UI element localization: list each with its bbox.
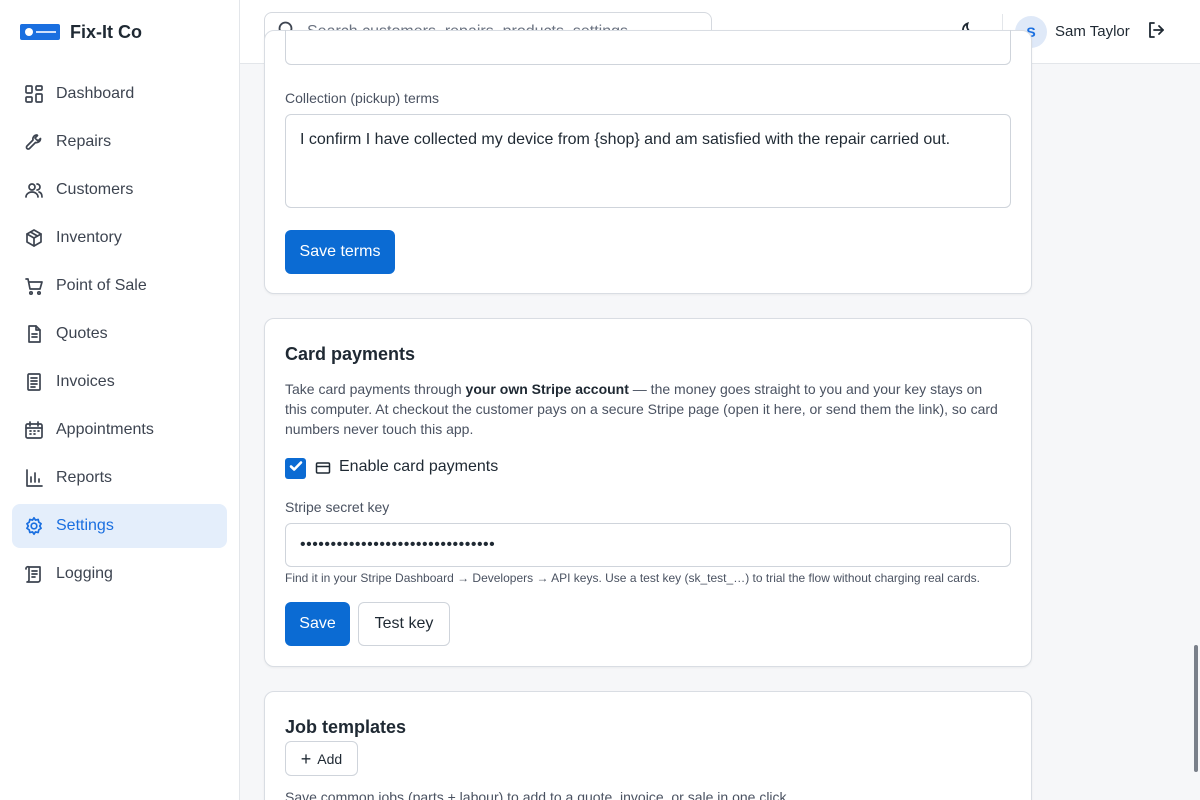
fix-it-co-logo-icon (20, 24, 60, 40)
sidebar-item-appointments[interactable]: Appointments (12, 408, 227, 452)
stripe-key-label: Stripe secret key (285, 499, 390, 515)
sidebar-item-label: Invoices (56, 373, 115, 390)
card-payments-card: Card payments Take card payments through… (264, 318, 1032, 667)
sidebar-item-label: Appointments (56, 421, 154, 438)
sidebar-item-label: Repairs (56, 133, 112, 150)
card-payments-description: Take card payments through your own Stri… (285, 379, 1005, 439)
wrench-icon (24, 132, 44, 152)
dashboard-icon (24, 84, 44, 104)
card-payments-title: Card payments (285, 344, 416, 364)
document-icon (24, 324, 44, 344)
sidebar-item-label: Point of Sale (56, 277, 147, 294)
log-icon (24, 564, 44, 584)
sidebar-nav: Dashboard Repairs Customers Inventory Po… (12, 72, 227, 600)
sidebar-item-label: Inventory (56, 229, 122, 246)
logout-button[interactable] (1144, 20, 1168, 44)
collection-terms-textarea[interactable]: I confirm I have collected my device fro… (285, 114, 1011, 208)
description-text: Take card payments through (285, 381, 466, 397)
brand-name: Fix-It Co (70, 21, 142, 42)
gear-icon (24, 516, 44, 536)
box-icon (24, 228, 44, 248)
sidebar: Fix-It Co Dashboard Repairs Customers In… (0, 0, 240, 800)
users-icon (24, 180, 44, 200)
sidebar-item-settings[interactable]: Settings (12, 504, 227, 548)
sidebar-item-label: Reports (56, 469, 113, 486)
sidebar-item-label: Quotes (56, 325, 108, 342)
user-name: Sam Taylor (1055, 23, 1130, 40)
sidebar-item-label: Logging (56, 565, 113, 582)
sidebar-item-label: Settings (56, 517, 114, 534)
previous-terms-field[interactable] (285, 30, 1011, 65)
sidebar-item-reports[interactable]: Reports (12, 456, 227, 500)
collection-terms-label: Collection (pickup) terms (285, 90, 440, 106)
scrollbar-thumb[interactable] (1194, 645, 1198, 772)
sidebar-item-logging[interactable]: Logging (12, 552, 227, 596)
receipt-icon (24, 372, 44, 392)
checkmark-icon (288, 458, 304, 479)
add-template-button[interactable]: + Add (285, 741, 358, 776)
sidebar-item-invoices[interactable]: Invoices (12, 360, 227, 404)
sidebar-item-dashboard[interactable]: Dashboard (12, 72, 227, 116)
stripe-key-help-text: Find it in your Stripe Dashboard → Devel… (285, 571, 980, 585)
plus-icon: + (300, 748, 312, 769)
sidebar-item-point-of-sale[interactable]: Point of Sale (12, 264, 227, 308)
save-button[interactable]: Save (285, 602, 350, 646)
sidebar-item-inventory[interactable]: Inventory (12, 216, 227, 260)
enable-card-payments-checkbox[interactable] (285, 458, 306, 479)
cart-icon (24, 276, 44, 296)
description-emphasis: your own Stripe account (465, 381, 629, 397)
job-templates-title: Job templates (285, 717, 407, 737)
brand[interactable]: Fix-It Co (20, 20, 142, 44)
sidebar-item-label: Dashboard (56, 85, 135, 102)
sidebar-item-repairs[interactable]: Repairs (12, 120, 227, 164)
stripe-secret-key-input[interactable]: •••••••••••••••••••••••••••••••• (285, 523, 1011, 567)
enable-card-payments-label[interactable]: Enable card payments (339, 458, 498, 476)
test-key-button[interactable]: Test key (358, 602, 450, 646)
terms-card: Collection (pickup) terms I confirm I ha… (264, 30, 1032, 294)
add-template-label: Add (317, 750, 343, 767)
bar-chart-icon (24, 468, 44, 488)
sidebar-item-quotes[interactable]: Quotes (12, 312, 227, 356)
sidebar-item-customers[interactable]: Customers (12, 168, 227, 212)
calendar-icon (24, 420, 44, 440)
sidebar-item-label: Customers (56, 181, 134, 198)
credit-card-icon (315, 460, 331, 476)
save-terms-button[interactable]: Save terms (285, 230, 395, 274)
job-templates-card: Job templates + Add Save common jobs (pa… (264, 691, 1032, 800)
job-templates-description: Save common jobs (parts + labour) to add… (285, 789, 791, 800)
logout-icon (1146, 20, 1166, 45)
